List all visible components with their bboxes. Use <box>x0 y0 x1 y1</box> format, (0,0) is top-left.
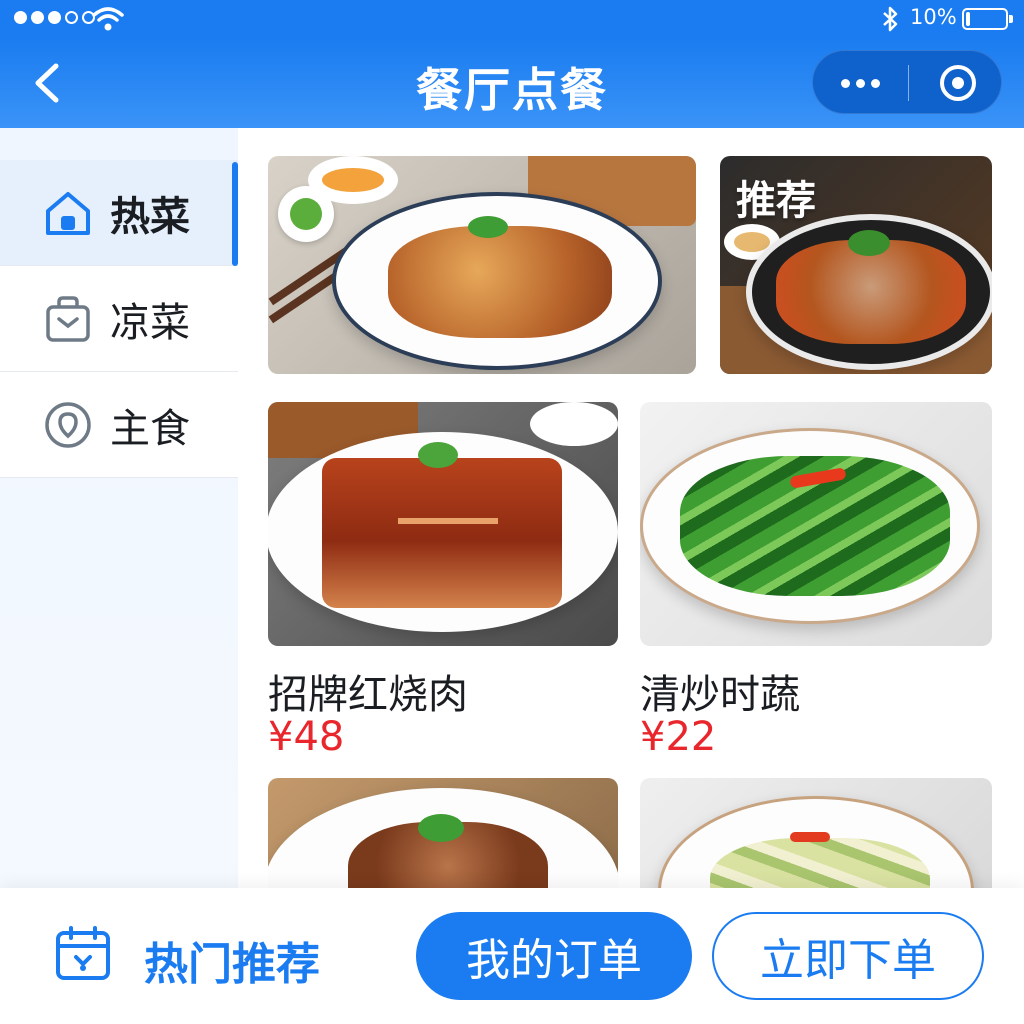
sidebar-item-label: 主食 <box>110 405 190 452</box>
my-orders-button[interactable]: 我的订单 <box>416 912 692 1000</box>
recommended-dish-image[interactable]: 推荐 <box>720 156 992 374</box>
dish-image[interactable] <box>640 402 992 646</box>
dish-price: ¥22 <box>640 714 717 760</box>
signal-icon <box>14 11 95 24</box>
dish-image[interactable] <box>268 402 618 646</box>
bluetooth-icon <box>883 6 898 32</box>
sidebar-item-label: 热菜 <box>110 193 190 240</box>
recommend-tag: 推荐 <box>736 178 816 224</box>
calendar-icon[interactable] <box>54 924 112 982</box>
sidebar-item-label: 凉菜 <box>110 299 190 346</box>
dish-name: 招牌红烧肉 <box>268 672 468 718</box>
close-icon[interactable] <box>913 51 1003 115</box>
location-icon <box>45 401 91 448</box>
mini-program-capsule <box>812 50 1002 114</box>
dish-list: 推荐 招牌红烧肉 ¥48 清炒时蔬 ¥22 <box>238 128 1024 918</box>
category-sidebar: 热菜 凉菜 主食 <box>0 128 238 888</box>
sidebar-item-hot-dishes[interactable]: 热菜 <box>0 160 238 266</box>
hot-recommend-link[interactable]: 热门推荐 <box>144 928 320 992</box>
home-icon <box>46 191 90 235</box>
battery-icon <box>962 8 1013 30</box>
order-now-button[interactable]: 立即下单 <box>712 912 984 1000</box>
banner-dish-image[interactable] <box>268 156 696 374</box>
battery-percentage: 10% <box>910 5 957 29</box>
bag-icon <box>46 295 90 342</box>
sidebar-item-cold-dishes[interactable]: 凉菜 <box>0 266 238 372</box>
sidebar-item-staple-food[interactable]: 主食 <box>0 372 238 478</box>
nav-bar: 餐厅点餐 <box>0 38 1024 128</box>
dish-price: ¥48 <box>268 714 345 760</box>
dish-name: 清炒时蔬 <box>640 672 800 718</box>
bottom-action-bar: 热门推荐 我的订单 立即下单 <box>0 888 1024 1024</box>
more-icon[interactable] <box>813 51 907 115</box>
status-bar: 10% <box>0 0 1024 38</box>
wifi-icon <box>92 7 124 31</box>
screen: 10% 餐厅点餐 热菜 凉菜 主食 推荐 招牌红烧肉 ¥48 清炒时蔬 ¥22 … <box>0 0 1024 1024</box>
capsule-divider <box>908 65 909 101</box>
